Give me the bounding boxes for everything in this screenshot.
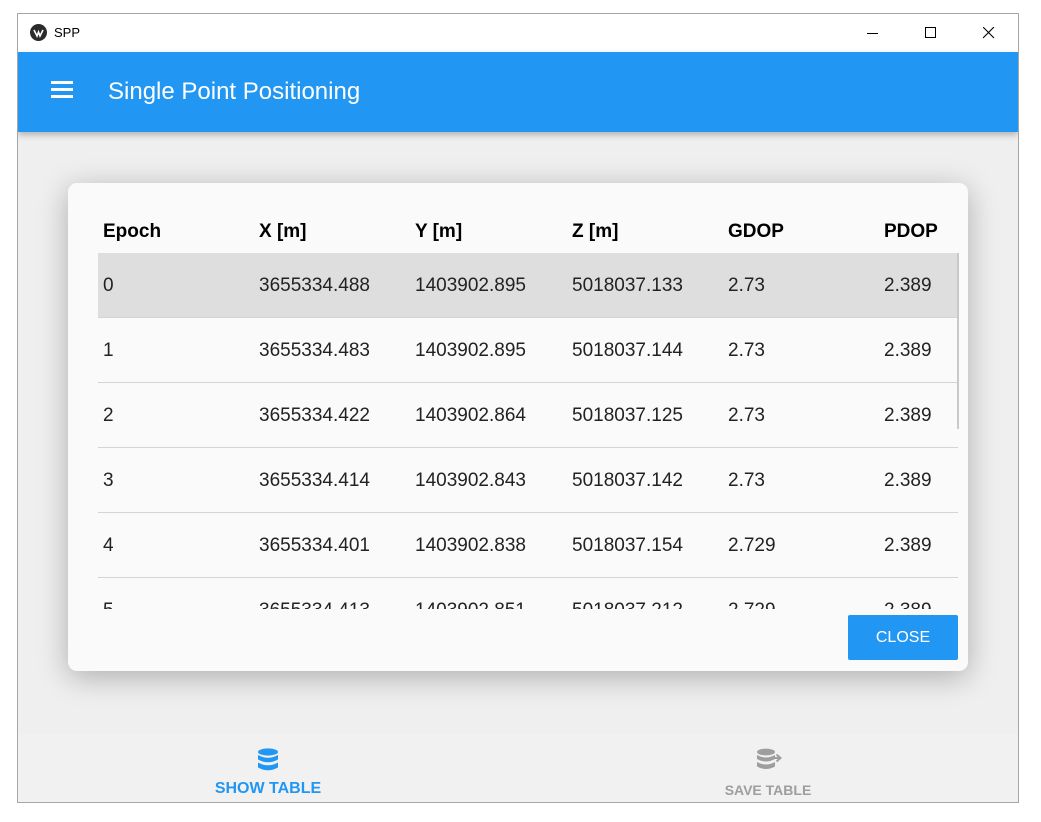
cell-z: 5018037.133 (572, 275, 683, 296)
cell-y: 1403902.838 (415, 535, 526, 556)
bottom-navigation: SHOW TABLE SAVE TABLE (18, 734, 1018, 802)
cell-gdop: 2.73 (728, 340, 765, 361)
app-window: SPP Single Point Positioning Epoch X [m]… (17, 13, 1019, 803)
cell-x: 3655334.414 (259, 470, 370, 491)
save-table-label: SAVE TABLE (724, 782, 812, 798)
cell-epoch: 2 (103, 405, 114, 426)
close-icon (983, 27, 995, 39)
cell-x: 3655334.401 (259, 535, 370, 556)
table-row[interactable]: 2 3655334.422 1403902.864 5018037.125 2.… (98, 383, 958, 448)
cell-z: 5018037.125 (572, 405, 683, 426)
cell-y: 1403902.864 (415, 405, 526, 426)
cell-x: 3655334.483 (259, 340, 370, 361)
cell-pdop: 2.389 (884, 275, 932, 296)
cell-x: 3655334.413 (259, 600, 370, 609)
cell-y: 1403902.895 (415, 275, 526, 296)
show-table-button[interactable]: SHOW TABLE (18, 734, 518, 802)
column-header-x: X [m] (259, 221, 307, 242)
database-export-icon (757, 748, 783, 769)
table-row[interactable]: 3 3655334.414 1403902.843 5018037.142 2.… (98, 448, 958, 513)
window-title: SPP (54, 25, 81, 40)
column-header-pdop: PDOP (884, 221, 938, 242)
app-logo-icon (30, 24, 47, 41)
hamburger-menu-icon[interactable] (51, 81, 75, 103)
cell-gdop: 2.729 (728, 600, 776, 609)
cell-gdop: 2.729 (728, 535, 776, 556)
cell-epoch: 1 (103, 340, 114, 361)
cell-z: 5018037.142 (572, 470, 683, 491)
cell-z: 5018037.212 (572, 600, 683, 609)
window-titlebar: SPP (18, 14, 1018, 52)
app-bar: Single Point Positioning (18, 52, 1018, 132)
column-header-gdop: GDOP (728, 221, 784, 242)
maximize-icon (925, 27, 936, 38)
cell-z: 5018037.144 (572, 340, 683, 361)
maximize-button[interactable] (902, 14, 960, 52)
table-row[interactable]: 0 3655334.488 1403902.895 5018037.133 2.… (98, 253, 958, 318)
table-body[interactable]: 0 3655334.488 1403902.895 5018037.133 2.… (98, 253, 958, 609)
cell-epoch: 5 (103, 600, 114, 609)
cell-epoch: 0 (103, 275, 114, 296)
cell-gdop: 2.73 (728, 470, 765, 491)
table-header: Epoch X [m] Y [m] Z [m] GDOP PDOP (98, 221, 958, 251)
minimize-icon (867, 33, 878, 34)
cell-y: 1403902.843 (415, 470, 526, 491)
close-window-button[interactable] (960, 14, 1018, 52)
cell-z: 5018037.154 (572, 535, 683, 556)
database-icon (258, 748, 278, 771)
table-dialog: Epoch X [m] Y [m] Z [m] GDOP PDOP 0 3655… (68, 183, 968, 671)
cell-pdop: 2.389 (884, 600, 932, 609)
cell-pdop: 2.389 (884, 535, 932, 556)
table-scrollbar[interactable] (957, 253, 959, 429)
table-row[interactable]: 1 3655334.483 1403902.895 5018037.144 2.… (98, 318, 958, 383)
cell-pdop: 2.389 (884, 340, 932, 361)
cell-x: 3655334.488 (259, 275, 370, 296)
save-table-button[interactable]: SAVE TABLE (518, 734, 1018, 802)
app-title: Single Point Positioning (108, 78, 361, 105)
cell-epoch: 4 (103, 535, 114, 556)
close-button[interactable]: CLOSE (848, 615, 958, 660)
minimize-button[interactable] (844, 14, 902, 52)
table-row[interactable]: 5 3655334.413 1403902.851 5018037.212 2.… (98, 578, 958, 609)
cell-y: 1403902.895 (415, 340, 526, 361)
cell-gdop: 2.73 (728, 275, 765, 296)
cell-y: 1403902.851 (415, 600, 526, 609)
column-header-z: Z [m] (572, 221, 619, 242)
cell-epoch: 3 (103, 470, 114, 491)
column-header-epoch: Epoch (103, 221, 162, 242)
show-table-label: SHOW TABLE (214, 780, 322, 797)
table-row[interactable]: 4 3655334.401 1403902.838 5018037.154 2.… (98, 513, 958, 578)
cell-pdop: 2.389 (884, 470, 932, 491)
cell-pdop: 2.389 (884, 405, 932, 426)
column-header-y: Y [m] (415, 221, 463, 242)
cell-gdop: 2.73 (728, 405, 765, 426)
cell-x: 3655334.422 (259, 405, 370, 426)
